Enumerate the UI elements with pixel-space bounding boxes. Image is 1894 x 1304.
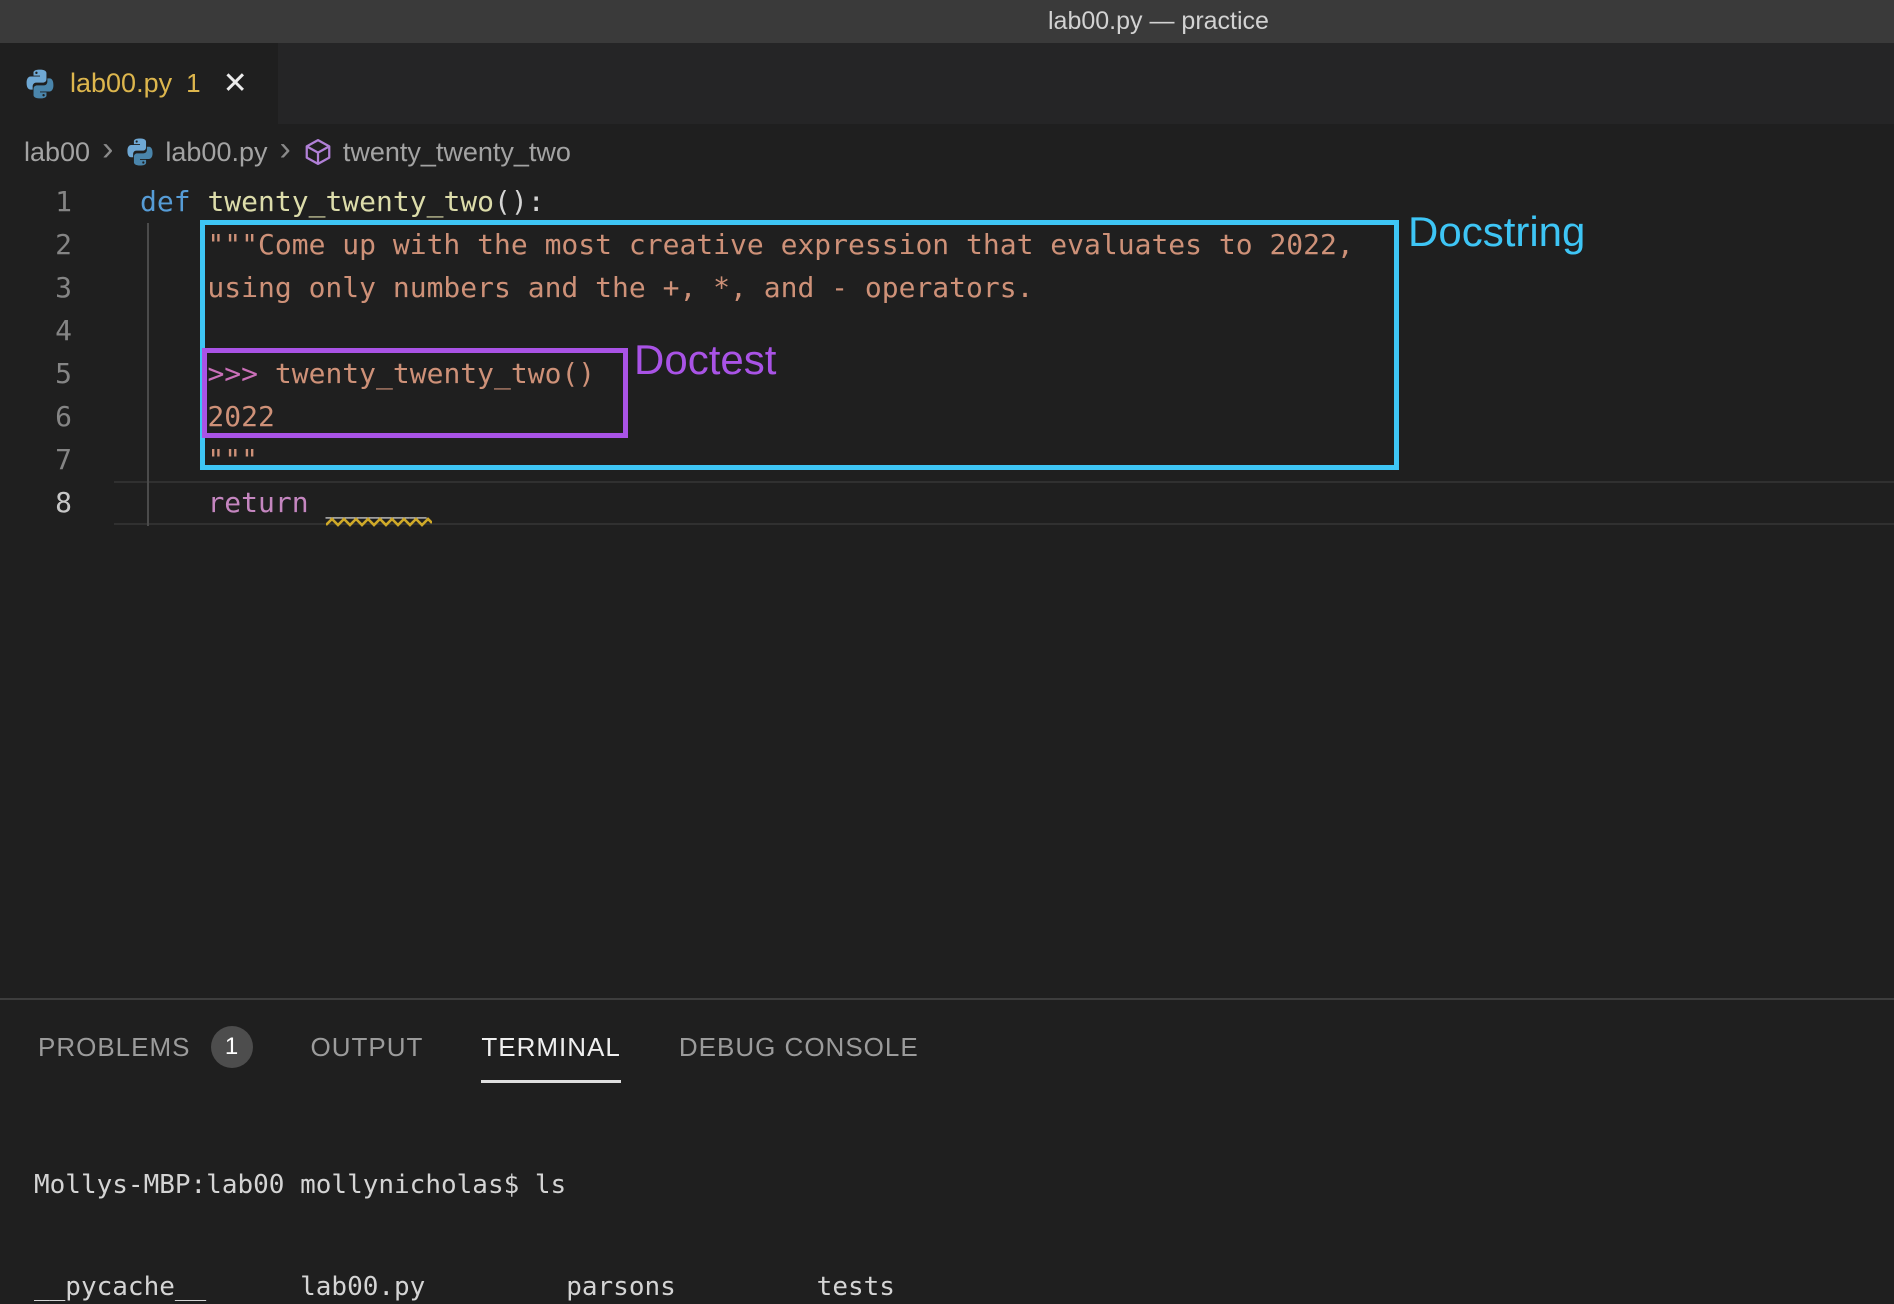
- doctest-prompt: >>>: [207, 357, 258, 390]
- breadcrumb-file[interactable]: lab00.py: [125, 137, 267, 168]
- code-editor[interactable]: 1 2 3 4 5 6 7 8 def twenty_twenty_two():…: [0, 180, 1894, 998]
- code-token: twenty_twenty_two: [207, 185, 494, 218]
- chevron-right-icon: ›: [102, 130, 113, 169]
- blank-placeholder: ______: [325, 486, 426, 519]
- code-line[interactable]: """Come up with the most creative expres…: [140, 223, 1354, 266]
- editor-tab-strip: lab00.py 1 ✕: [0, 43, 1894, 124]
- title-bar: lab00.py — practice: [0, 0, 1894, 43]
- window-title: lab00.py — practice: [1048, 7, 1269, 36]
- python-icon: [125, 137, 155, 167]
- line-number: 2: [0, 223, 72, 266]
- tab-problem-count: 1: [186, 68, 200, 99]
- code-token: return: [207, 486, 308, 519]
- tab-filename: lab00.py: [70, 68, 172, 99]
- bottom-panel: PROBLEMS 1 OUTPUT TERMINAL DEBUG CONSOLE…: [0, 998, 1894, 1304]
- panel-tab-bar: PROBLEMS 1 OUTPUT TERMINAL DEBUG CONSOLE: [38, 1000, 919, 1094]
- code-line[interactable]: def twenty_twenty_two():: [140, 180, 545, 223]
- code-token: """Come up with the most creative expres…: [140, 228, 1354, 261]
- code-token: ():: [494, 185, 545, 218]
- tab-output-label: OUTPUT: [311, 1032, 424, 1063]
- tab-debug-console-label: DEBUG CONSOLE: [679, 1032, 919, 1063]
- code-line[interactable]: >>> twenty_twenty_two(): [140, 352, 595, 395]
- terminal-output[interactable]: Mollys-MBP:lab00 mollynicholas$ ls __pyc…: [34, 1100, 911, 1304]
- close-icon[interactable]: ✕: [223, 66, 248, 101]
- method-cube-icon: [303, 137, 333, 167]
- python-icon: [24, 68, 56, 100]
- tab-problems-label: PROBLEMS: [38, 1032, 191, 1063]
- breadcrumb-symbol[interactable]: twenty_twenty_two: [303, 137, 571, 168]
- line-number: 6: [0, 395, 72, 438]
- code-line[interactable]: """: [140, 438, 258, 481]
- code-token: def: [140, 185, 207, 218]
- line-number: 3: [0, 266, 72, 309]
- breadcrumb-folder[interactable]: lab00: [24, 137, 90, 168]
- code-token: 2022: [140, 400, 275, 433]
- breadcrumb: lab00 › lab00.py › twenty_twenty_two: [0, 124, 1894, 180]
- doctest-annotation-label: Doctest: [634, 336, 776, 384]
- terminal-line: __pycache__ lab00.py parsons tests: [34, 1270, 911, 1304]
- chevron-right-icon: ›: [280, 130, 291, 169]
- tab-output[interactable]: OUTPUT: [311, 1032, 424, 1063]
- terminal-line: Mollys-MBP:lab00 mollynicholas$ ls: [34, 1168, 911, 1202]
- line-number: 5: [0, 352, 72, 395]
- editor-tab-lab00[interactable]: lab00.py 1 ✕: [0, 43, 278, 124]
- code-token: using only numbers and the +, *, and - o…: [140, 271, 1033, 304]
- code-line[interactable]: using only numbers and the +, *, and - o…: [140, 266, 1033, 309]
- breadcrumb-file-label: lab00.py: [165, 137, 267, 168]
- tab-terminal-label: TERMINAL: [481, 1032, 620, 1063]
- tab-problems[interactable]: PROBLEMS 1: [38, 1026, 253, 1068]
- docstring-annotation-label: Docstring: [1408, 208, 1585, 256]
- line-number: 1: [0, 180, 72, 223]
- line-number: 7: [0, 438, 72, 481]
- code-token: twenty_twenty_two(): [258, 357, 595, 390]
- code-token: [309, 486, 326, 519]
- vscode-window: lab00.py — practice lab00.py 1 ✕ lab00 ›…: [0, 0, 1894, 1304]
- tab-terminal[interactable]: TERMINAL: [481, 1032, 620, 1063]
- code-line[interactable]: 2022: [140, 395, 275, 438]
- warning-squiggle: [326, 517, 432, 527]
- line-number-active: 8: [0, 481, 72, 524]
- breadcrumb-symbol-label: twenty_twenty_two: [343, 137, 571, 168]
- code-token: [140, 357, 207, 390]
- code-token: """: [140, 443, 258, 476]
- line-number: 4: [0, 309, 72, 352]
- problems-count-badge: 1: [211, 1026, 253, 1068]
- code-token: [140, 486, 207, 519]
- tab-debug-console[interactable]: DEBUG CONSOLE: [679, 1032, 919, 1063]
